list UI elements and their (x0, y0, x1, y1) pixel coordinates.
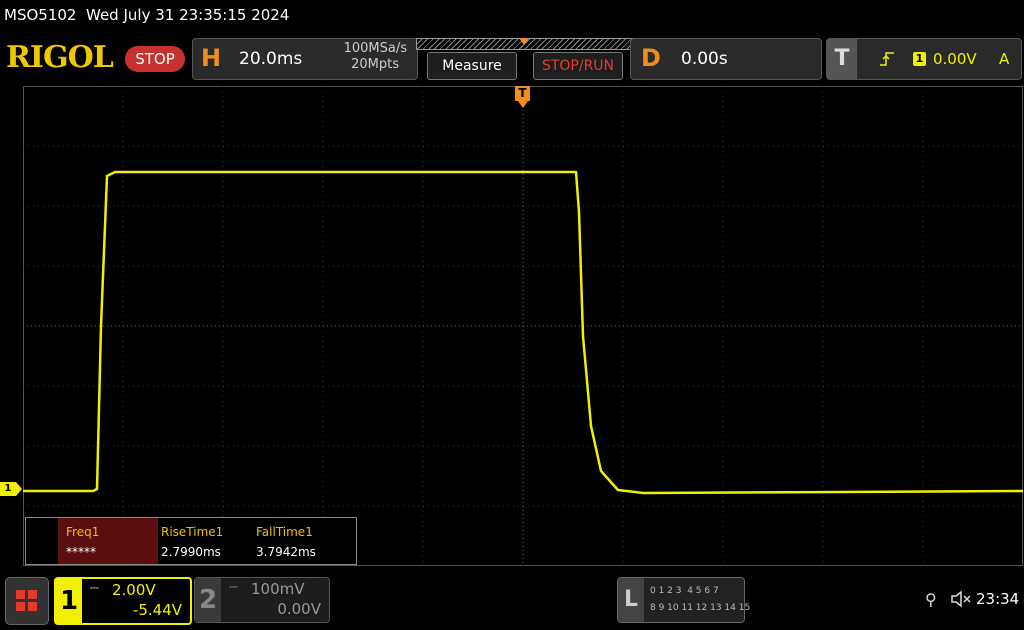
clock-time: 23:34 (976, 590, 1020, 608)
dc-coupling-icon: ⎓ (90, 581, 99, 594)
speaker-muted-icon[interactable] (950, 590, 972, 608)
ch1-number: 1 (56, 579, 82, 623)
channel2-panel[interactable]: 2 ⎓ 100mV 0.00V (194, 577, 330, 623)
meas-value-fall: 3.7942ms (256, 545, 316, 559)
position-marker-icon (519, 38, 529, 45)
logic-channels-row2: 8 9 10 11 12 13 14 15 (650, 603, 751, 613)
trigger-letter: T (827, 39, 857, 79)
meas-header-freq: Freq1 (66, 525, 100, 539)
ch2-offset: 0.00V (277, 600, 321, 618)
ch1-waveform-trace (23, 170, 1023, 495)
measure-button[interactable]: Measure (427, 52, 517, 80)
rising-edge-icon (880, 52, 894, 66)
usb-icon: ⚲ (925, 590, 937, 609)
graticule (23, 86, 1023, 566)
trigger-mode: A (999, 50, 1010, 68)
ch1-offset-marker[interactable]: 1 (0, 482, 16, 496)
delay-value: 0.00s (681, 49, 728, 69)
horizontal-letter: H (201, 44, 222, 72)
trigger-position-arrow-icon (518, 101, 528, 108)
datetime-label: Wed July 31 23:35:15 2024 (86, 6, 290, 24)
ch2-number: 2 (195, 578, 221, 622)
ch1-scale: 2.00V (112, 581, 156, 599)
channel1-panel[interactable]: 1 ⎓ 2.00V -5.44V (54, 577, 192, 625)
logic-channels-row1: 0 1 2 3 4 5 6 7 (650, 586, 719, 596)
model-label: MSO5102 (4, 6, 77, 24)
topbar-title: MSO5102 Wed July 31 23:35:15 2024 (4, 6, 289, 24)
logic-panel[interactable]: L 0 1 2 3 4 5 6 7 8 9 10 11 12 13 14 15 (617, 577, 750, 623)
measurement-table[interactable]: Freq1 ***** RiseTime1 2.7990ms FallTime1… (25, 517, 357, 565)
menu-button[interactable] (5, 577, 49, 625)
meas-header-rise: RiseTime1 (161, 525, 224, 539)
trigger-panel[interactable]: T 1 0.00V A (826, 38, 1022, 80)
trigger-level: 0.00V (933, 50, 977, 68)
memory-depth: 20Mpts (351, 57, 399, 72)
rigol-logo: RIGOL (6, 40, 114, 75)
delay-letter: D (641, 44, 661, 72)
meas-header-fall: FallTime1 (256, 525, 313, 539)
meas-value-rise: 2.7990ms (161, 545, 221, 559)
stoprun-button[interactable]: STOP/RUN (533, 52, 623, 80)
trigger-position-marker[interactable]: T (515, 86, 530, 101)
ch1-marker-arrow-icon (16, 482, 22, 496)
delay-panel[interactable]: D 0.00s (630, 38, 822, 80)
ch1-offset: -5.44V (132, 601, 182, 619)
trigger-channel-badge: 1 (913, 52, 926, 66)
ch2-coupling-icon: ⎓ (229, 580, 238, 593)
horizontal-panel[interactable]: H 20.0ms 100MSa/s 20Mpts (192, 38, 418, 80)
sample-rate: 100MSa/s (343, 41, 407, 56)
run-status-badge[interactable]: STOP (125, 46, 185, 72)
meas-value-freq: ***** (66, 545, 96, 559)
ch2-scale: 100mV (251, 580, 305, 598)
timebase-value: 20.0ms (239, 49, 303, 69)
waveform-display[interactable] (23, 86, 1023, 566)
logic-letter: L (618, 578, 644, 622)
menu-grid-icon (16, 590, 37, 611)
